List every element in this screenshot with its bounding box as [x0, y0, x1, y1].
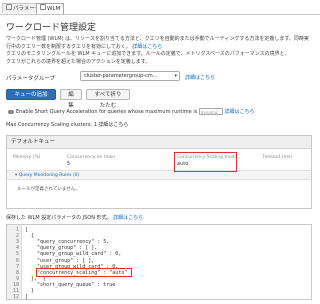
line-text: ] [25, 294, 29, 301]
parameter-group-select[interactable]: cluster-parametergroup-cm... ▾ [80, 71, 180, 81]
json-description: 保存した WLM 設定パラメータの JSON 形式。 詳細はこちら [6, 215, 144, 221]
no-rules-text: ルールが定義されていません。 [17, 187, 80, 192]
default-queue-header: デフォルトキュー [7, 136, 311, 149]
json-editor[interactable]: 1[2 {3 "query_concurrency" : 5, 4 "query_… [6, 224, 312, 300]
line-text: [ [25, 227, 29, 233]
collapse-all-button[interactable]: すべて折りたたむ [86, 89, 130, 109]
sqa-runtime-input[interactable]: dynamic [198, 108, 223, 115]
learn-more-link[interactable]: 詳細はこちら [132, 44, 162, 50]
concurrency-label: Concurrency on main [67, 155, 116, 160]
concurrency-scaling-highlight [174, 152, 237, 172]
tab-bar: パラメータ WLM [0, 0, 320, 15]
page-description: ワークロード管理 (WLM) は、リソースを割り当てる方法と、クエリを自動的また… [6, 36, 309, 65]
default-queue-panel: デフォルトキュー Memory (%) Concurrency on main … [6, 135, 312, 209]
parameter-group-link[interactable]: 詳細はこちら [185, 74, 215, 81]
line-text: } [25, 288, 35, 294]
max-concurrency-info: Max Concurrency Scaling clusters: 1 詳細はこ… [6, 122, 129, 128]
tab-wlm[interactable]: WLM [36, 3, 65, 14]
code-line: 12] [7, 294, 307, 301]
line-text: { [25, 233, 35, 240]
edit-button[interactable]: 編集 [60, 89, 82, 109]
line-number: 12 [12, 294, 19, 301]
line-text: "short_query_queue" : true [25, 281, 116, 288]
concurrency-scaling-json-highlight [36, 268, 132, 277]
add-queue-button[interactable]: キューの追加 [6, 89, 56, 100]
sqa-toggle[interactable] [8, 109, 14, 114]
timeout-label: Timeout (ms) [262, 155, 293, 160]
parameter-group-label: パラメータグループ [6, 76, 56, 82]
tab-icon [40, 4, 46, 10]
json-learn-more-link[interactable]: 詳細はこちら [113, 215, 143, 221]
sqa-learn-more-link[interactable]: 詳細はこちら [225, 109, 255, 115]
line-text: "user_group" : [ ], [25, 257, 95, 264]
page-title: ワークロード管理設定 [6, 23, 97, 33]
memory-label: Memory (%) [13, 155, 41, 160]
line-text: "query_group_wild_card" : 0, [25, 251, 122, 258]
caret-down-icon: ▾ [15, 173, 18, 178]
sqa-row: Enable Short Query Acceleration for quer… [8, 108, 255, 115]
qmr-toggle[interactable]: ▾ Query Monitoring Rules (0) [7, 170, 311, 180]
chevron-down-icon: ▾ [174, 73, 177, 79]
tab-icon [6, 4, 12, 10]
concurrency-value: 5 [67, 161, 71, 167]
line-text: "query_group" : [ ], [25, 245, 98, 252]
line-text: "query_concurrency" : 5, [25, 239, 110, 246]
